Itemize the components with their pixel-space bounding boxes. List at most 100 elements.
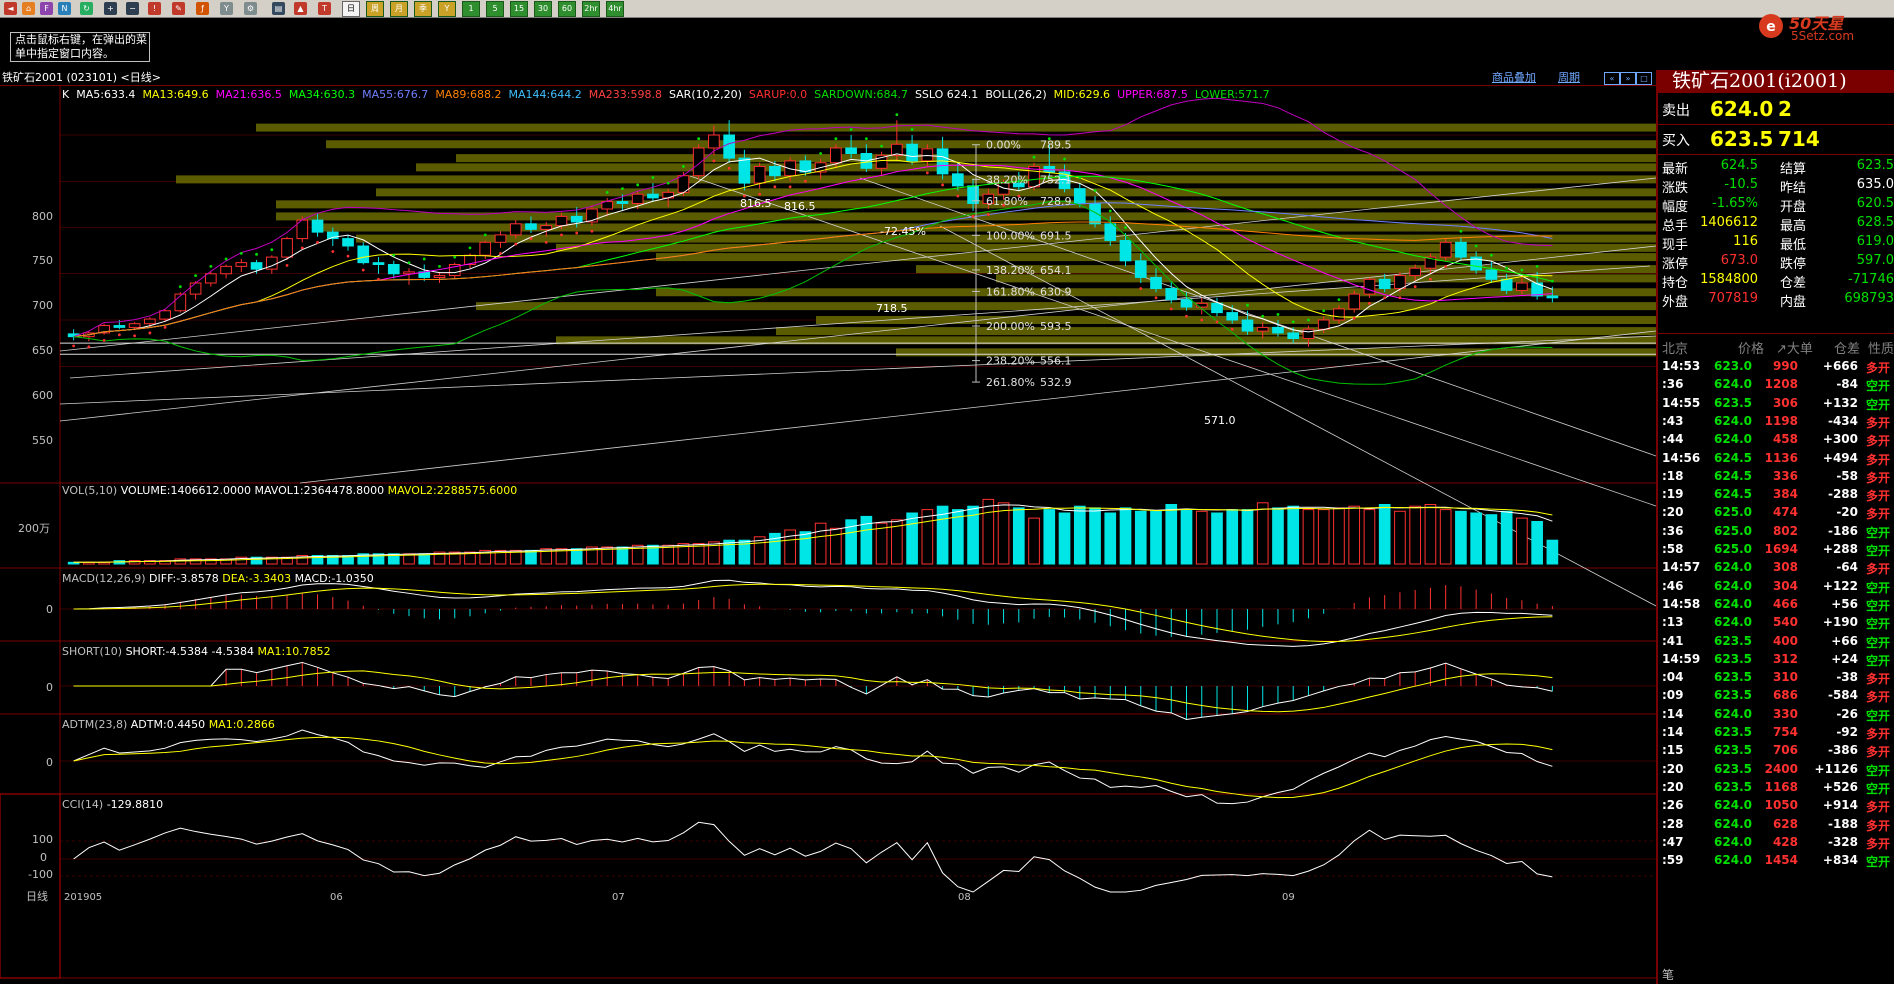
volume-bar [1333, 507, 1345, 565]
period-4hr[interactable]: 4hr [606, 1, 624, 17]
main-indicator-item: BOLL(26,2) [985, 88, 1047, 101]
candle-body [647, 193, 659, 199]
period-link[interactable]: 周期 [1558, 70, 1580, 85]
info-k2: 跌停 [1780, 257, 1807, 272]
ticks-header-vol: ↗大单 [1776, 342, 1813, 357]
tick-o: -188 [1827, 816, 1858, 831]
info-k1: 总手 [1662, 219, 1689, 234]
zoom-out-icon[interactable]: − [126, 2, 139, 15]
period-2hr[interactable]: 2hr [582, 1, 600, 17]
short-indicator-line: SHORT(10) SHORT:-4.5384 -4.5384 MA1:10.7… [62, 645, 331, 658]
period-week[interactable]: 周 [366, 1, 384, 17]
tick-p: 625.0 [1714, 505, 1752, 520]
alert-icon[interactable]: ! [148, 2, 161, 15]
sar-dot [1520, 268, 1524, 272]
candle-body [555, 215, 568, 227]
news-icon[interactable]: N [58, 2, 71, 15]
next-window-icon[interactable]: » [1620, 72, 1636, 85]
f10-icon[interactable]: F [40, 2, 53, 15]
volume-bar [1455, 510, 1467, 565]
sar-dot [468, 246, 472, 250]
chart-titlebar: 铁矿石2001 (023101) <日线> 商品叠加 周期 « » □ [0, 70, 1656, 86]
buy-vol: 714 [1778, 127, 1820, 151]
tick-icon[interactable]: T [318, 2, 331, 15]
chart-icon[interactable]: ▲ [294, 2, 307, 15]
sar-dot [346, 254, 350, 258]
candle-body [1104, 223, 1117, 241]
prev-window-icon[interactable]: « [1604, 72, 1620, 85]
volume-bar [1424, 504, 1437, 565]
sar-dot [773, 185, 777, 189]
tick-row: :59 624.0 1454 +834 空开 [1658, 850, 1894, 872]
sar-dot [803, 179, 807, 183]
formula-icon[interactable]: ƒ [196, 2, 209, 15]
sar-dot [194, 274, 197, 277]
period-month[interactable]: 月 [390, 1, 408, 17]
back-icon[interactable]: ◄ [4, 2, 17, 15]
period-15min[interactable]: 15 [510, 1, 528, 17]
volume-bar [1302, 509, 1315, 565]
period-60min[interactable]: 60 [558, 1, 576, 17]
volume-bar [1195, 510, 1208, 565]
sar-dot [1550, 279, 1554, 283]
maximize-icon[interactable]: □ [1636, 72, 1652, 85]
sar-dot [407, 261, 411, 265]
main-indicator-line: K MA5:633.4 MA13:649.6 MA21:636.5 MA34:630.3… [62, 88, 1277, 101]
sar-dot [1413, 285, 1417, 289]
sar-dot [1291, 320, 1295, 324]
candle-body [1134, 260, 1147, 278]
sar-dot [864, 137, 868, 141]
sar-dot [880, 144, 884, 148]
period-1min[interactable]: 1 [462, 1, 480, 17]
sar-dot [682, 165, 685, 168]
period-30min[interactable]: 30 [534, 1, 552, 17]
overlay-link[interactable]: 商品叠加 [1492, 70, 1536, 85]
refresh-icon[interactable]: ↻ [80, 2, 93, 15]
sar-dot [300, 246, 304, 250]
vol-mavol2: MAVOL2:2288575.6000 [387, 484, 518, 497]
filter-icon[interactable]: Y [220, 2, 233, 15]
volume-bar [1439, 509, 1452, 565]
tick-p: 625.0 [1714, 542, 1752, 556]
candle-body [1516, 282, 1528, 291]
ticks-header-oi: 仓差 [1834, 342, 1861, 357]
price-tick: 750 [32, 254, 53, 267]
period-5min[interactable]: 5 [486, 1, 504, 17]
info-k1: 外盘 [1662, 295, 1689, 310]
main-indicator-item: SARUP:0.0 [748, 88, 808, 101]
tick-v: 384 [1772, 487, 1798, 502]
info-v1: -10.5 [1724, 177, 1758, 192]
period-year[interactable]: Y [438, 1, 456, 17]
info-k1: 现手 [1662, 238, 1689, 253]
sar-dot [1063, 157, 1066, 161]
draw-icon[interactable]: ✎ [172, 2, 185, 15]
period-quarter[interactable]: 季 [414, 1, 432, 17]
buy-row[interactable]: 买入 623.5 714 [1658, 127, 1894, 151]
sar-dot [727, 166, 731, 170]
quote-panel: 铁矿石2001(i2001) 卖出 624.0 2 买入 623.5 714 最… [1656, 70, 1894, 984]
tick-t: 14:59 [1662, 651, 1701, 666]
sar-dot [1032, 155, 1036, 159]
kline-chart[interactable]: 0.00% 789.5 38.20% 752.1 61.80% 728.9 100.00% 6… [0, 86, 1656, 984]
volume-bar [1058, 512, 1071, 565]
main-indicator-item: MA144:644.2 [508, 88, 582, 101]
sar-dot [1185, 314, 1188, 318]
sar-dot [1215, 320, 1219, 324]
ticks-footer: 笔 [1662, 968, 1675, 982]
info-k1: 涨停 [1662, 257, 1689, 272]
info-k1: 涨跌 [1662, 181, 1689, 196]
tool-icon[interactable]: ⚙ [244, 2, 257, 15]
tick-o: -434 [1827, 413, 1858, 428]
home-icon[interactable]: ⌂ [22, 2, 35, 15]
period-day[interactable]: 日 [342, 1, 360, 17]
zoom-in-icon[interactable]: + [104, 2, 117, 15]
candle-body [1089, 202, 1101, 225]
table-icon[interactable]: ▤ [272, 2, 285, 15]
sell-row[interactable]: 卖出 624.0 2 [1658, 97, 1894, 121]
volume-bar [1470, 512, 1482, 565]
tick-o: +190 [1822, 615, 1858, 630]
info-k1: 最新 [1662, 162, 1689, 177]
tick-t: :19 [1662, 487, 1684, 502]
price-tick: 700 [32, 299, 53, 312]
tick-t: 14:57 [1662, 560, 1701, 575]
